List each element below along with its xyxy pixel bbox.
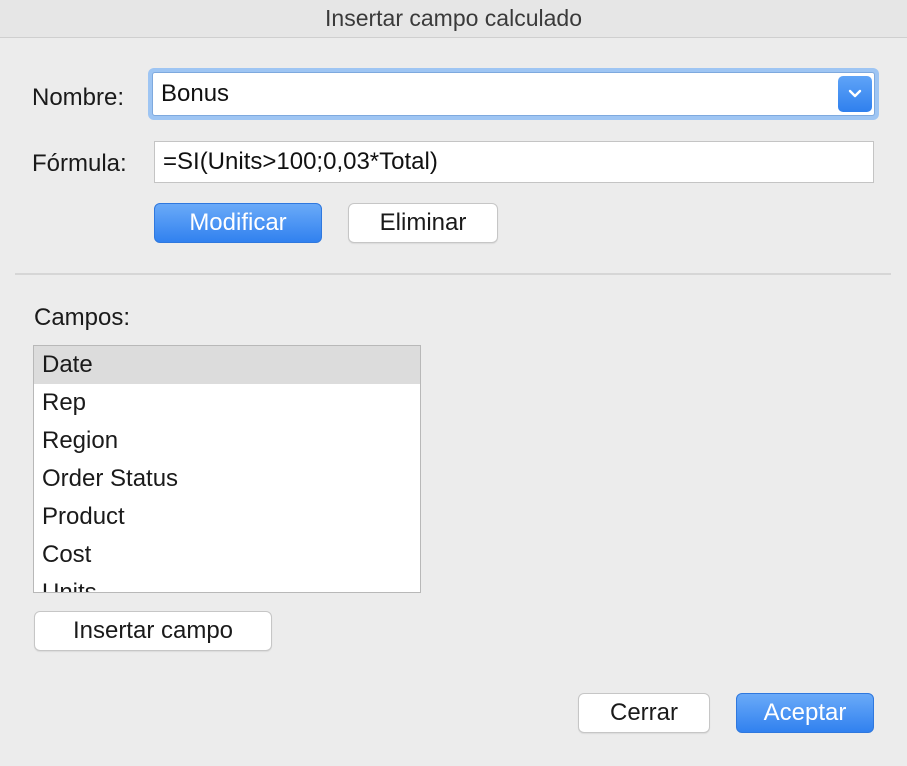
list-item[interactable]: Rep	[34, 384, 420, 422]
list-item[interactable]: Units	[34, 574, 420, 592]
list-item[interactable]: Order Status	[34, 460, 420, 498]
list-item[interactable]: Cost	[34, 536, 420, 574]
insert-field-button[interactable]: Insertar campo	[34, 611, 272, 651]
list-item[interactable]: Date	[34, 346, 420, 384]
name-label: Nombre:	[32, 84, 125, 111]
close-button[interactable]: Cerrar	[578, 693, 710, 733]
modify-button[interactable]: Modificar	[154, 203, 322, 243]
section-divider	[15, 273, 891, 275]
dialog-title: Insertar campo calculado	[0, 0, 907, 38]
delete-button[interactable]: Eliminar	[348, 203, 498, 243]
accept-button[interactable]: Aceptar	[736, 693, 874, 733]
chevron-down-icon[interactable]	[838, 76, 872, 112]
list-item[interactable]: Product	[34, 498, 420, 536]
name-combobox-field[interactable]: Bonus	[152, 72, 875, 116]
fields-label: Campos:	[34, 304, 131, 331]
formula-input[interactable]: =SI(Units>100;0,03*Total)	[154, 141, 874, 183]
name-combobox[interactable]: Bonus	[148, 68, 879, 120]
fields-listbox[interactable]: Date Rep Region Order Status Product Cos…	[33, 345, 421, 593]
formula-label: Fórmula:	[32, 150, 127, 177]
name-combobox-value[interactable]: Bonus	[161, 73, 229, 115]
list-item[interactable]: Region	[34, 422, 420, 460]
